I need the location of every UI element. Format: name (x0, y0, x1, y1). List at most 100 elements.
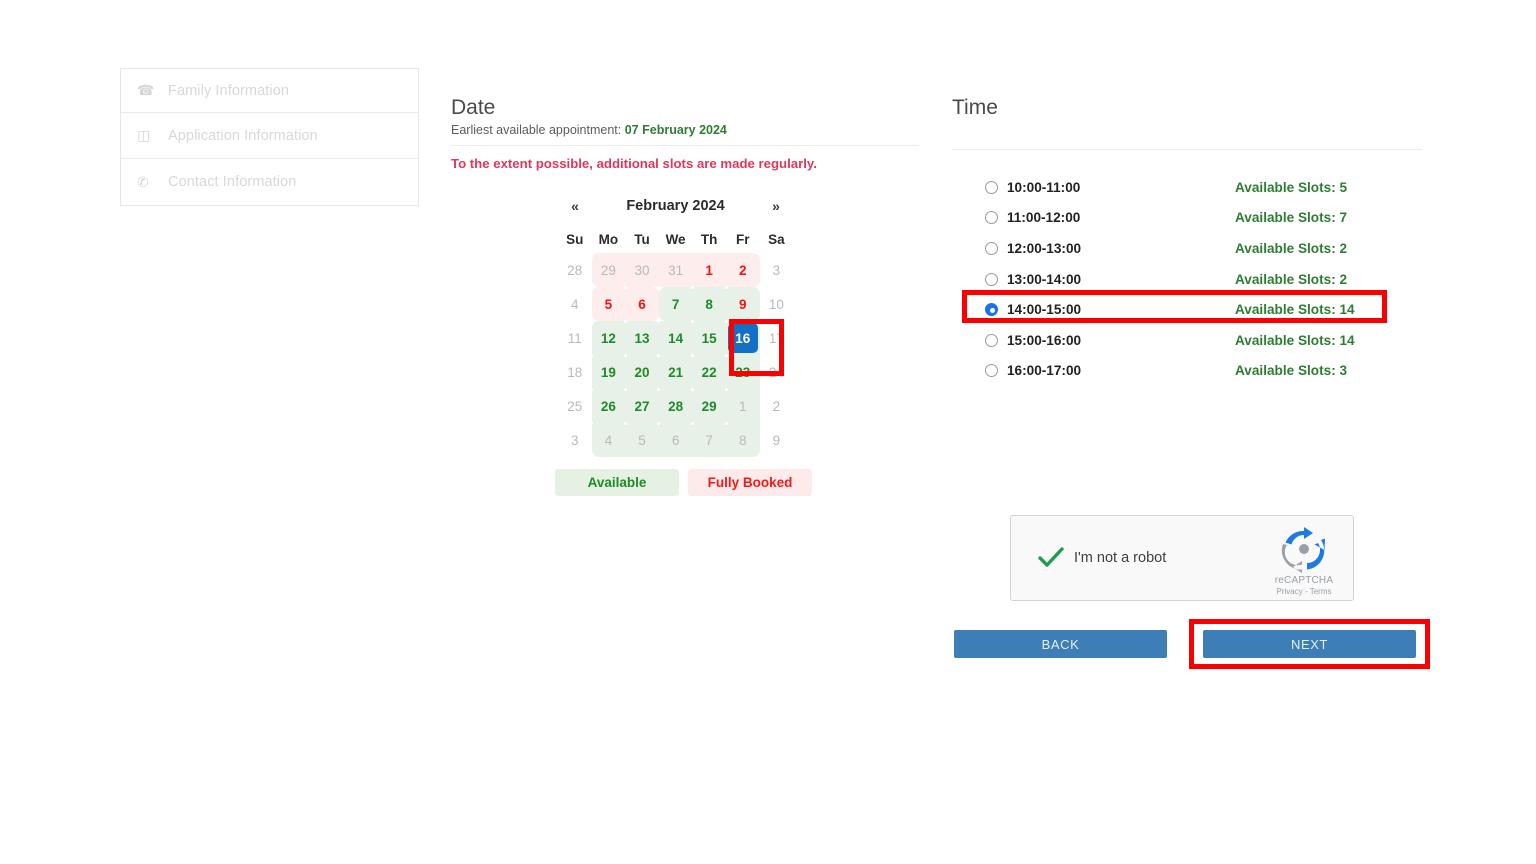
time-slot-row[interactable]: 12:00-13:00 Available Slots: 2 (952, 233, 1422, 264)
calendar-day: 5 (638, 432, 646, 448)
time-slot-availability: Available Slots: 7 (1235, 210, 1348, 226)
calendar-day: 3 (571, 432, 579, 448)
legend-available: Available (555, 469, 679, 496)
recaptcha-widget[interactable]: I'm not a robot reCAPTCHA Privacy - Term… (1010, 515, 1354, 601)
time-slot-label: 12:00-13:00 (1007, 240, 1082, 256)
calendar-day: 29 (600, 262, 616, 278)
calendar-day: 24 (768, 364, 784, 380)
time-slot-row[interactable]: 15:00-16:00 Available Slots: 14 (952, 325, 1422, 356)
earliest-appointment-date: 07 February 2024 (624, 123, 727, 137)
calendar-prev-month-button[interactable]: « (558, 198, 592, 214)
slots-notice: To the extent possible, additional slots… (451, 156, 817, 171)
time-slot-label: 13:00-14:00 (1007, 271, 1082, 287)
legend-fully-booked: Fully Booked (688, 469, 812, 496)
time-slot-label: 16:00-17:00 (1007, 363, 1082, 379)
time-slot-row[interactable]: 13:00-14:00 Available Slots: 2 (952, 264, 1422, 295)
calendar-day[interactable]: 14 (659, 321, 693, 355)
calendar-next-month-button[interactable]: » (759, 198, 793, 214)
time-slot-label: 14:00-15:00 (1007, 302, 1082, 318)
checkmark-icon (1038, 547, 1064, 567)
calendar-legend: Available Fully Booked (555, 469, 812, 496)
calendar-grid: Su Mo Tu We Th Fr Sa 28 29 30 31 1 2 3 4 5 6 7 8 9 10 11 12 13 1… (558, 227, 793, 457)
time-slot-label: 10:00-11:00 (1007, 179, 1081, 195)
time-slot-availability: Available Slots: 3 (1235, 363, 1348, 379)
calendar-day: 1 (705, 262, 713, 278)
calendar-day: 28 (567, 262, 583, 278)
telephone-icon: ☎ (137, 82, 155, 98)
calendar-weekday-header: Th (700, 232, 718, 247)
calendar-day[interactable]: 22 (692, 355, 726, 389)
time-slot-row[interactable]: 10:00-11:00 Available Slots: 5 (952, 172, 1422, 203)
time-slot-availability: Available Slots: 14 (1235, 332, 1355, 348)
time-slot-label: 15:00-16:00 (1007, 332, 1082, 348)
time-section-title: Time (952, 96, 998, 119)
calendar-weekday-header: Fr (736, 232, 750, 247)
calendar-weekday-header: We (665, 232, 686, 247)
calendar-day: 4 (571, 296, 579, 312)
time-slot-radio[interactable] (985, 180, 998, 194)
date-section: Date Earliest available appointment: 07 … (451, 95, 919, 171)
time-slot-radio[interactable] (985, 303, 998, 317)
calendar-day[interactable]: 21 (659, 355, 693, 389)
calendar-day: 4 (604, 432, 613, 448)
calendar-day: 2 (772, 398, 781, 414)
earliest-appointment-line: Earliest available appointment: 07 Febru… (451, 123, 919, 137)
time-slot-radio[interactable] (985, 364, 998, 378)
sidebar-item-label: Contact Information (168, 174, 297, 190)
time-section: Time 10:00-11:00 Available Slots: 5 11:00-… (952, 95, 1422, 386)
time-slot-availability: Available Slots: 2 (1235, 240, 1348, 256)
time-slot-availability: Available Slots: 5 (1235, 179, 1348, 195)
calendar-day[interactable]: 23 (726, 355, 760, 389)
calendar-day: 6 (671, 432, 680, 448)
earliest-appointment-prefix: Earliest available appointment: (451, 123, 622, 137)
calendar-day[interactable]: 29 (692, 389, 726, 423)
steps-sidebar: ☎ Family Information ◫ Application Infor… (120, 68, 419, 206)
time-slot-row[interactable]: 16:00-17:00 Available Slots: 3 (952, 356, 1422, 387)
calendar-day[interactable]: 13 (625, 321, 659, 355)
next-button[interactable]: NEXT (1203, 630, 1416, 658)
time-slot-row[interactable]: 11:00-12:00 Available Slots: 7 (952, 203, 1422, 234)
calendar-day: 18 (567, 364, 583, 380)
recaptcha-brand-name: reCAPTCHA (1274, 575, 1334, 586)
time-slot-radio[interactable] (985, 333, 998, 347)
calendar-day: 7 (705, 432, 713, 448)
time-slot-radio[interactable] (985, 211, 998, 225)
calendar-day[interactable]: 19 (592, 355, 626, 389)
calendar-day[interactable]: 15 (692, 321, 726, 355)
calendar-day: 3 (772, 262, 781, 278)
calendar-day: 30 (634, 262, 650, 278)
phone-handset-icon: ✆ (137, 173, 149, 190)
calendar-weekday-header: Su (566, 232, 584, 247)
recaptcha-logo-icon (1281, 527, 1325, 573)
card-list-icon: ◫ (137, 127, 151, 143)
calendar-day[interactable]: 26 (592, 389, 626, 423)
date-divider (451, 145, 919, 146)
sidebar-item-family-information[interactable]: ☎ Family Information (121, 69, 418, 113)
sidebar-item-contact-information[interactable]: ✆ Contact Information (121, 159, 418, 205)
calendar-day[interactable]: 28 (659, 389, 693, 423)
calendar-weekday-header: Sa (768, 232, 785, 247)
time-slot-radio[interactable] (985, 272, 998, 286)
recaptcha-privacy-terms[interactable]: Privacy - Terms (1266, 587, 1342, 596)
calendar-day: 17 (768, 330, 784, 346)
date-section-title: Date (451, 96, 496, 119)
calendar-day: 9 (739, 296, 747, 312)
sidebar-item-application-information[interactable]: ◫ Application Information (121, 113, 418, 159)
calendar-day[interactable]: 27 (625, 389, 659, 423)
calendar-day[interactable]: 20 (625, 355, 659, 389)
time-divider (952, 149, 1422, 150)
appointment-booking-page: ☎ Family Information ◫ Application Infor… (0, 0, 1536, 864)
time-slot-radio[interactable] (985, 241, 998, 255)
calendar-day[interactable]: 12 (592, 321, 626, 355)
time-slot-row[interactable]: 14:00-15:00 Available Slots: 14 (952, 294, 1422, 325)
calendar-weekday-header: Mo (598, 232, 619, 247)
calendar-weekday-header: Tu (634, 232, 650, 247)
recaptcha-label: I'm not a robot (1074, 550, 1167, 566)
calendar-header: « February 2024 » (558, 193, 793, 219)
date-picker-calendar[interactable]: « February 2024 » Su Mo Tu We Th Fr Sa 28 29 30 31… (555, 193, 812, 496)
calendar-day-selected[interactable]: 16 (726, 321, 760, 355)
calendar-day[interactable]: 8 (692, 287, 726, 321)
calendar-day[interactable]: 7 (659, 287, 693, 321)
back-button[interactable]: BACK (954, 630, 1167, 658)
time-slot-label: 11:00-12:00 (1007, 210, 1081, 226)
